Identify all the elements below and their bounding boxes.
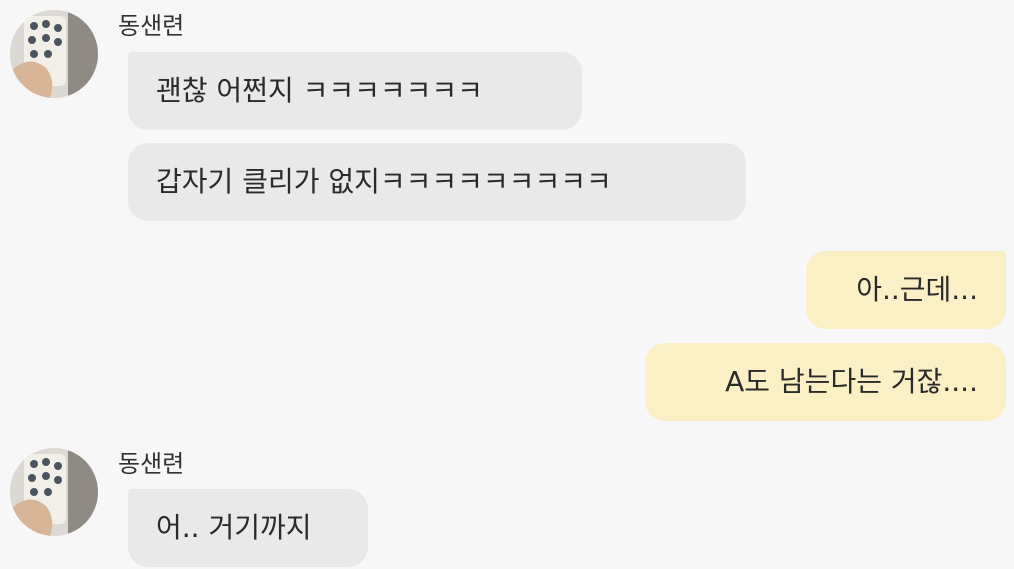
message-bubble-incoming[interactable]: 괜찮 어쩐지 ㅋㅋㅋㅋㅋㅋㅋ	[128, 52, 582, 130]
sender-name: 동샌련	[118, 450, 185, 478]
profile-photo-icon	[10, 10, 98, 98]
message-bubble-outgoing[interactable]: A도 남는다는 거잖....	[645, 343, 1006, 421]
sender-avatar[interactable]	[10, 10, 98, 98]
message-bubble-incoming[interactable]: 어.. 거기까지	[128, 489, 368, 567]
profile-photo-icon	[10, 448, 98, 536]
message-bubble-outgoing[interactable]: 아..근데...	[806, 251, 1006, 329]
message-bubble-incoming[interactable]: 갑자기 클리가 없지ㅋㅋㅋㅋㅋㅋㅋㅋㅋ	[128, 143, 746, 221]
sender-avatar[interactable]	[10, 448, 98, 536]
sender-name: 동샌련	[118, 12, 185, 40]
